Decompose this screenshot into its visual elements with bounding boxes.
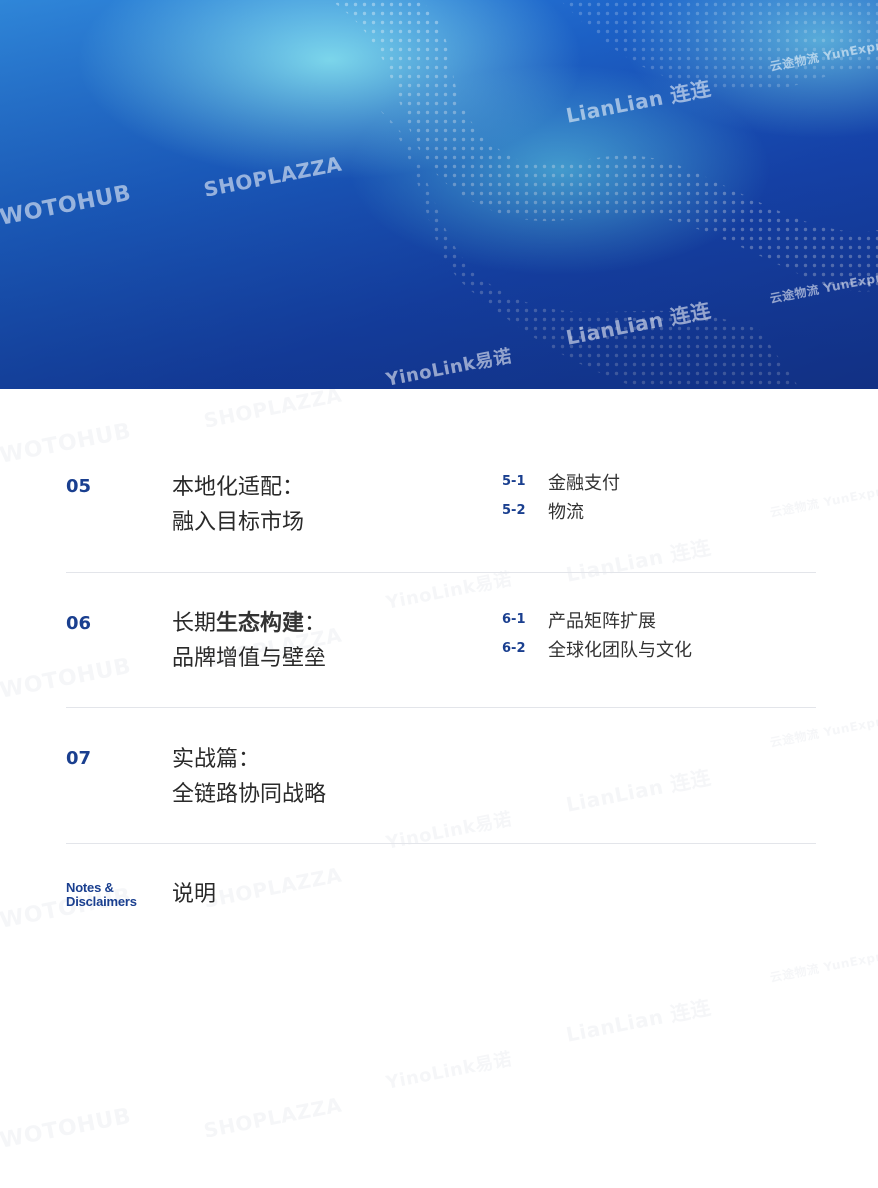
wotohub-watermark: WOTOHUB xyxy=(0,654,133,704)
toc-title-line: 实战篇： xyxy=(172,747,261,772)
notes-disclaimers-label: Notes & Disclaimers xyxy=(66,881,137,909)
subitem-number: 5-2 xyxy=(502,503,526,518)
yunexpress-watermark: 云途物流 YunExpress xyxy=(768,708,878,751)
subitem-label: 全球化团队与文化 xyxy=(548,639,692,661)
subitem-number: 6-1 xyxy=(502,612,526,627)
toc-subitem[interactable]: 5-1 金融支付 xyxy=(502,467,620,496)
toc-subitem[interactable]: 6-2 全球化团队与文化 xyxy=(502,634,692,663)
toc-title-line: 长期生态构建： xyxy=(172,606,326,641)
lianlian-watermark: LianLian 连连 xyxy=(563,531,713,588)
title-text: ： xyxy=(304,611,327,636)
notes-label-line: Disclaimers xyxy=(66,894,137,909)
shoplazza-watermark: SHOPLAZZA xyxy=(202,863,344,913)
toc-subitem[interactable]: 6-1 产品矩阵扩展 xyxy=(502,605,692,634)
hero-banner: WOTOHUB SHOPLAZZA LianLian 连连 LianLian 连… xyxy=(0,0,878,389)
shoplazza-watermark: SHOPLAZZA xyxy=(202,389,344,433)
toc-subitems-05: 5-1 金融支付 5-2 物流 xyxy=(502,467,620,525)
divider xyxy=(66,843,816,844)
notes-title[interactable]: 说明 xyxy=(172,876,216,908)
yunexpress-watermark: 云途物流 YunExpress xyxy=(768,943,878,986)
yunexpress-watermark: 云途物流 YunExpress xyxy=(768,478,878,521)
toc-title-line: 本地化适配： xyxy=(172,475,305,500)
toc-title-05[interactable]: 本地化适配： 融入目标市场 xyxy=(172,470,304,540)
yinolink-watermark: YinoLink易诺 xyxy=(384,1045,514,1095)
toc-number-05: 05 xyxy=(66,476,92,497)
subitem-number: 5-1 xyxy=(502,474,526,489)
subitem-label: 物流 xyxy=(548,501,584,523)
wotohub-watermark: WOTOHUB xyxy=(0,1104,133,1154)
yinolink-watermark: YinoLink易诺 xyxy=(384,805,514,855)
lianlian-watermark: LianLian 连连 xyxy=(563,761,713,818)
toc-title-07[interactable]: 实战篇： 全链路协同战略 xyxy=(172,742,326,812)
toc-subitems-06: 6-1 产品矩阵扩展 6-2 全球化团队与文化 xyxy=(502,605,692,663)
divider xyxy=(66,707,816,708)
toc-title-line: 全链路协同战略 xyxy=(172,782,327,807)
toc-title-06[interactable]: 长期生态构建： 品牌增值与壁垒 xyxy=(172,606,326,676)
subitem-label: 产品矩阵扩展 xyxy=(548,610,656,632)
title-emphasis: 生态构建 xyxy=(216,611,305,636)
divider xyxy=(66,572,816,573)
subitem-number: 6-2 xyxy=(502,641,526,656)
title-text: 长期 xyxy=(172,611,217,636)
lianlian-watermark: LianLian 连连 xyxy=(563,991,713,1048)
toc-number-06: 06 xyxy=(66,613,92,634)
wotohub-watermark: WOTOHUB xyxy=(0,419,133,469)
page-watermarks: WOTOHUB SHOPLAZZA LianLian 连连 YinoLink易诺… xyxy=(0,389,878,1188)
toc-title-line: 融入目标市场 xyxy=(172,510,305,535)
shoplazza-watermark: SHOPLAZZA xyxy=(202,1093,344,1143)
toc-title-line: 品牌增值与壁垒 xyxy=(172,646,327,671)
toc-subitem[interactable]: 5-2 物流 xyxy=(502,496,620,525)
hero-wave-pattern xyxy=(0,0,878,389)
notes-label-line: Notes & xyxy=(66,880,114,895)
subitem-label: 金融支付 xyxy=(548,472,620,494)
toc-number-07: 07 xyxy=(66,748,92,769)
